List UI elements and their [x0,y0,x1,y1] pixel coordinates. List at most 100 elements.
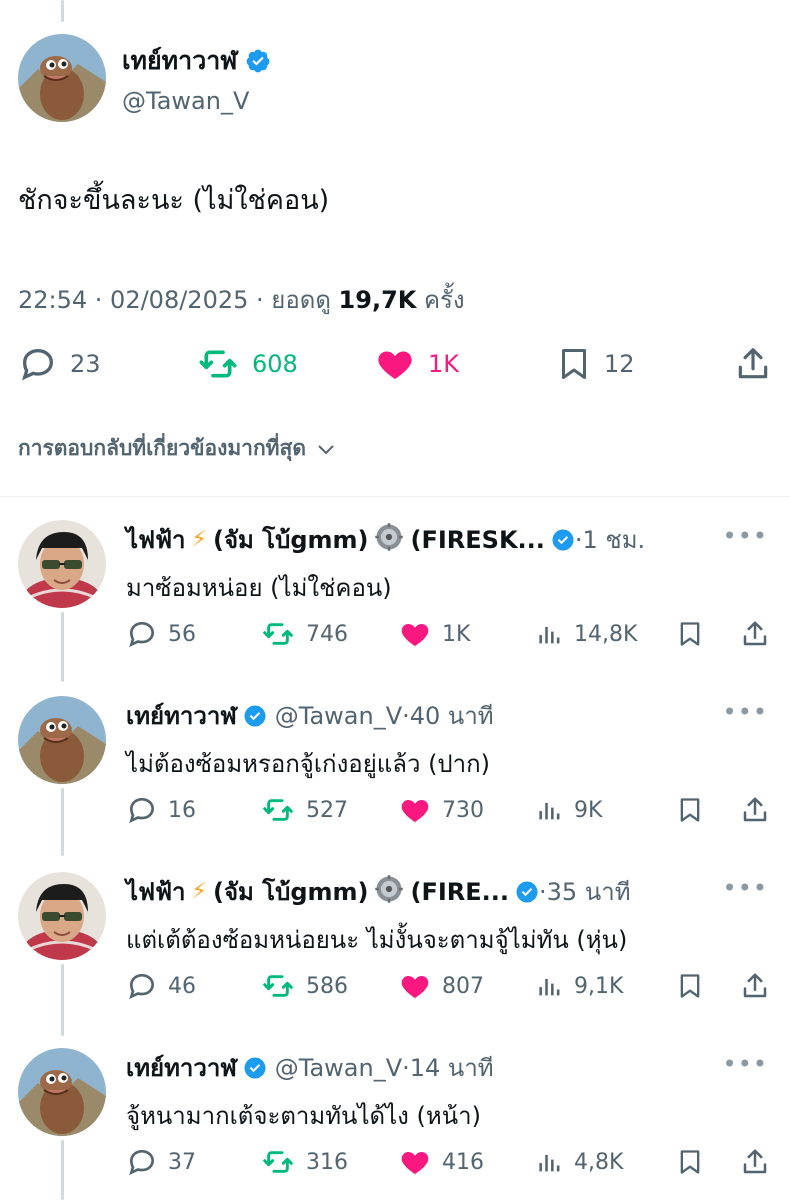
display-name[interactable]: ไฟฟ้า ⚡ (จัม โบ้gmm) (FIRESK... [126,520,575,559]
gear-emoji-icon [374,522,404,558]
share-button[interactable] [740,614,770,654]
retweet-icon [263,799,293,821]
share-icon [738,348,768,379]
more-options-icon[interactable]: ••• [723,1050,768,1078]
verified-badge-icon [516,881,538,902]
reply-tweet[interactable]: ไฟฟ้า ⚡ (จัม โบ้gmm) (FIRE... ·35 นาที •… [0,864,790,1039]
timestamp[interactable]: ·40 นาที [402,696,494,735]
reply-tweet[interactable]: เทย์ทาวาฬ @Tawan_V ·14 นาที ••• จู้หนามา… [0,1040,790,1200]
like-button[interactable]: 1K [374,338,459,390]
bookmark-button[interactable] [676,1142,704,1182]
view-count: 19,7K [338,286,417,314]
retweet-button[interactable]: 316 [260,1142,348,1182]
views-button[interactable]: 4,8K [536,1142,623,1182]
display-name[interactable]: ไฟฟ้า ⚡ (จัม โบ้gmm) (FIRE... [126,872,539,911]
retweet-button[interactable]: 746 [260,614,348,654]
timestamp[interactable]: ·35 นาที [539,872,631,911]
bookmark-icon [680,798,700,822]
reply-button[interactable]: 56 [126,614,196,654]
avatar[interactable] [18,1048,106,1136]
timestamp[interactable]: ·1 ชม. [575,520,645,559]
bookmark-button[interactable] [676,614,704,654]
more-options-icon[interactable]: ••• [723,874,768,902]
tweet-text: มาซ้อมหน่อย (ไม่ใช่คอน) [126,574,392,602]
reply-tweet[interactable]: เทย์ทาวาฬ @Tawan_V ·40 นาที ••• ไม่ต้องซ… [0,688,790,863]
bookmark-button[interactable]: 12 [556,338,635,390]
bookmark-button[interactable] [676,790,704,830]
timestamp[interactable]: ·14 นาที [402,1048,494,1087]
avatar[interactable] [18,34,106,122]
heart-filled-icon [401,1152,429,1174]
more-options-icon[interactable]: ••• [723,698,768,726]
avatar[interactable] [18,872,106,960]
divider [0,496,790,497]
views-button[interactable]: 14,8K [536,614,637,654]
share-button[interactable] [734,338,772,390]
reply-header: เทย์ทาวาฬ @Tawan_V ·14 นาที [126,1048,770,1087]
retweet-button[interactable]: 527 [260,790,348,830]
main-action-bar: 23 608 1K 12 [18,338,772,390]
like-button[interactable]: 730 [398,790,484,830]
reply-icon [129,1149,155,1176]
analytics-bars-icon [539,803,560,820]
share-button[interactable] [740,790,770,830]
reply-action-bar: 46 586 807 9,1K [126,966,770,1006]
avatar[interactable] [18,520,106,608]
heart-filled-icon [401,976,429,998]
handle[interactable]: @Tawan_V [275,1054,402,1082]
retweet-button[interactable]: 608 [196,338,298,390]
display-name[interactable]: เทย์ทาวาฬ [126,696,267,735]
share-icon [743,973,767,998]
tweet-text: ไม่ต้องซ้อมหรอกจู้เก่งอยู่แล้ว (ปาก) [126,750,491,778]
tweet-meta: 22:54 · 02/08/2025 · ยอดดู 19,7K ครั้ง [18,280,465,319]
reply-button[interactable]: 16 [126,790,196,830]
handle[interactable]: @Tawan_V [122,87,271,115]
display-name[interactable]: เทย์ทาวาฬ [126,1048,267,1087]
verified-badge-icon [246,49,270,73]
heart-filled-icon [401,800,429,822]
reply-button[interactable]: 37 [126,1142,196,1182]
like-button[interactable]: 807 [398,966,484,1006]
reply-icon [129,621,155,648]
reply-tweet[interactable]: ไฟฟ้า ⚡ (จัม โบ้gmm) (FIRESK... ·1 ชม. •… [0,512,790,687]
bookmark-icon [562,349,586,379]
views-button[interactable]: 9,1K [536,966,623,1006]
view-suffix: ครั้ง [416,286,465,314]
heart-filled-icon [401,624,429,646]
bookmark-icon [680,622,700,646]
analytics-bars-icon [539,979,560,996]
lightning-icon: ⚡ [191,527,207,552]
main-tweet-header: เทย์ทาวาฬ @Tawan_V [18,34,271,122]
reply-icon [21,348,54,381]
more-options-icon[interactable]: ••• [723,522,768,550]
handle[interactable]: @Tawan_V [275,702,402,730]
reply-icon [129,797,155,824]
share-button[interactable] [740,1142,770,1182]
reply-button[interactable]: 23 [18,338,101,390]
bookmark-button[interactable] [676,966,704,1006]
retweet-icon [263,1151,293,1173]
display-name[interactable]: เทย์ทาวาฬ [122,41,271,81]
analytics-bars-icon [539,627,560,644]
verified-badge-icon [244,705,266,726]
verified-badge-icon [552,529,574,550]
reply-button[interactable]: 46 [126,966,196,1006]
avatar[interactable] [18,696,106,784]
retweet-icon [263,975,293,997]
verified-badge-icon [244,1057,266,1078]
views-button[interactable]: 9K [536,790,602,830]
reply-sort-dropdown[interactable]: การตอบกลับที่เกี่ยวข้องมากที่สุด [18,432,338,465]
retweet-button[interactable]: 586 [260,966,348,1006]
timestamp[interactable]: 22:54 · 02/08/2025 · ยอดดู [18,286,339,314]
share-button[interactable] [740,966,770,1006]
gear-emoji-icon [374,874,404,910]
like-button[interactable]: 416 [398,1142,484,1182]
tweet-text: แต่เต้ต้องซ้อมหน่อยนะ ไม่งั้นจะตามจู้ไม่… [126,926,628,954]
chevron-down-icon [318,444,334,454]
share-icon [743,797,767,822]
reply-action-bar: 37 316 416 4,8K [126,1142,770,1182]
tweet-text: จู้หนามากเต้จะตามทันได้ไง (หน้า) [126,1102,481,1130]
reply-header: เทย์ทาวาฬ @Tawan_V ·40 นาที [126,696,770,735]
retweet-icon [263,623,293,645]
like-button[interactable]: 1K [398,614,470,654]
